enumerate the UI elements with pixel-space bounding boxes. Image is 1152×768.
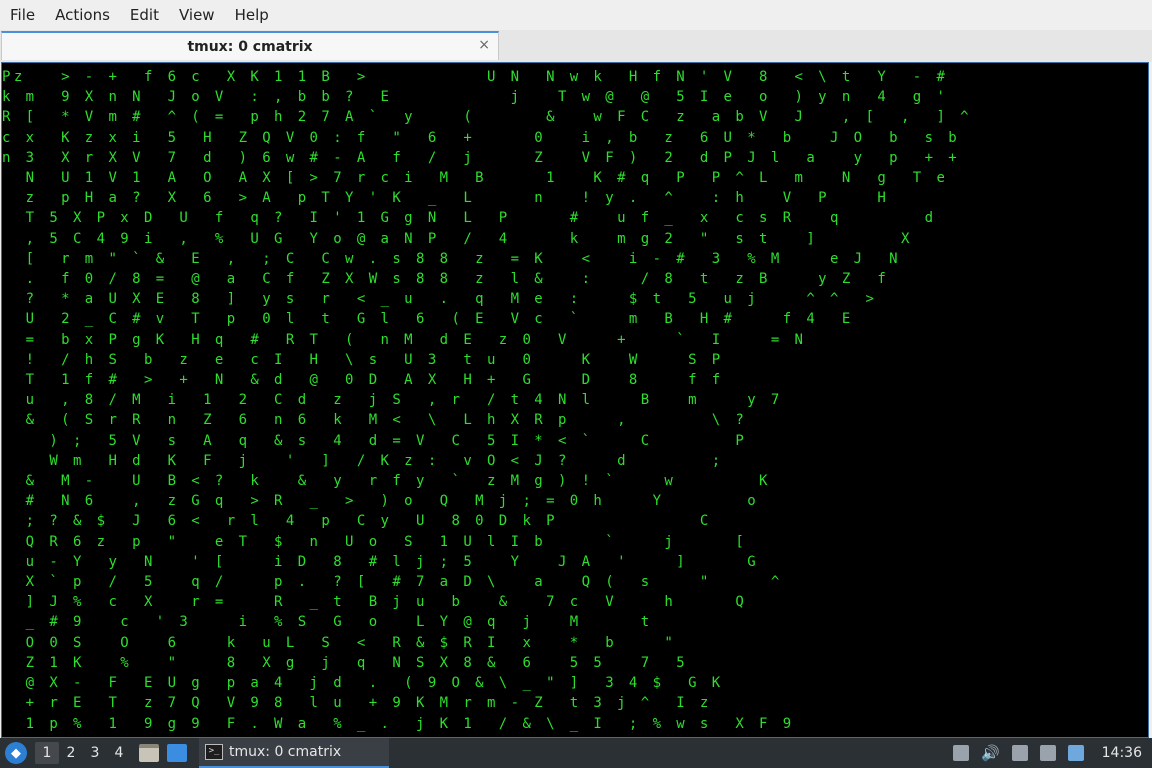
terminal-icon: >_ xyxy=(205,744,223,760)
workspace-1[interactable]: 1 xyxy=(35,742,59,764)
menu-help[interactable]: Help xyxy=(225,0,279,30)
workspace-3[interactable]: 3 xyxy=(83,742,107,764)
workspace-4[interactable]: 4 xyxy=(107,742,131,764)
workspace-2[interactable]: 2 xyxy=(59,742,83,764)
tab-strip: tmux: 0 cmatrix × xyxy=(0,30,1152,62)
start-menu-icon[interactable]: ◆ xyxy=(5,742,27,764)
task-button-terminal[interactable]: >_ tmux: 0 cmatrix xyxy=(199,738,389,768)
menu-view[interactable]: View xyxy=(169,0,225,30)
clipboard-icon[interactable] xyxy=(1011,745,1028,761)
network-icon[interactable] xyxy=(1039,745,1056,761)
volume-icon[interactable]: 🔊 xyxy=(981,744,1000,762)
clock: 14:36 xyxy=(1101,745,1142,761)
file-manager-icon[interactable] xyxy=(139,744,159,762)
menu-bar: File Actions Edit View Help xyxy=(0,0,1152,30)
tab-tmux[interactable]: tmux: 0 cmatrix × xyxy=(1,31,499,60)
matrix-rain-text: Pz > - + f 6 c X K 1 1 B > U N N w k H f… xyxy=(2,69,972,737)
terminal-view[interactable]: Pz > - + f 6 c X K 1 1 B > U N N w k H f… xyxy=(1,62,1149,738)
system-tray: 🔊 14:36 xyxy=(952,744,1152,762)
menu-edit[interactable]: Edit xyxy=(120,0,169,30)
task-label: tmux: 0 cmatrix xyxy=(229,744,342,760)
tab-title: tmux: 0 cmatrix xyxy=(187,39,313,55)
tray-app-icon[interactable] xyxy=(952,745,969,761)
show-desktop-icon[interactable] xyxy=(167,744,187,762)
close-icon[interactable]: × xyxy=(478,37,490,53)
menu-file[interactable]: File xyxy=(0,0,45,30)
taskbar: ◆ 1 2 3 4 >_ tmux: 0 cmatrix 🔊 14:36 xyxy=(0,738,1152,768)
notification-icon[interactable] xyxy=(1067,745,1084,761)
menu-actions[interactable]: Actions xyxy=(45,0,120,30)
